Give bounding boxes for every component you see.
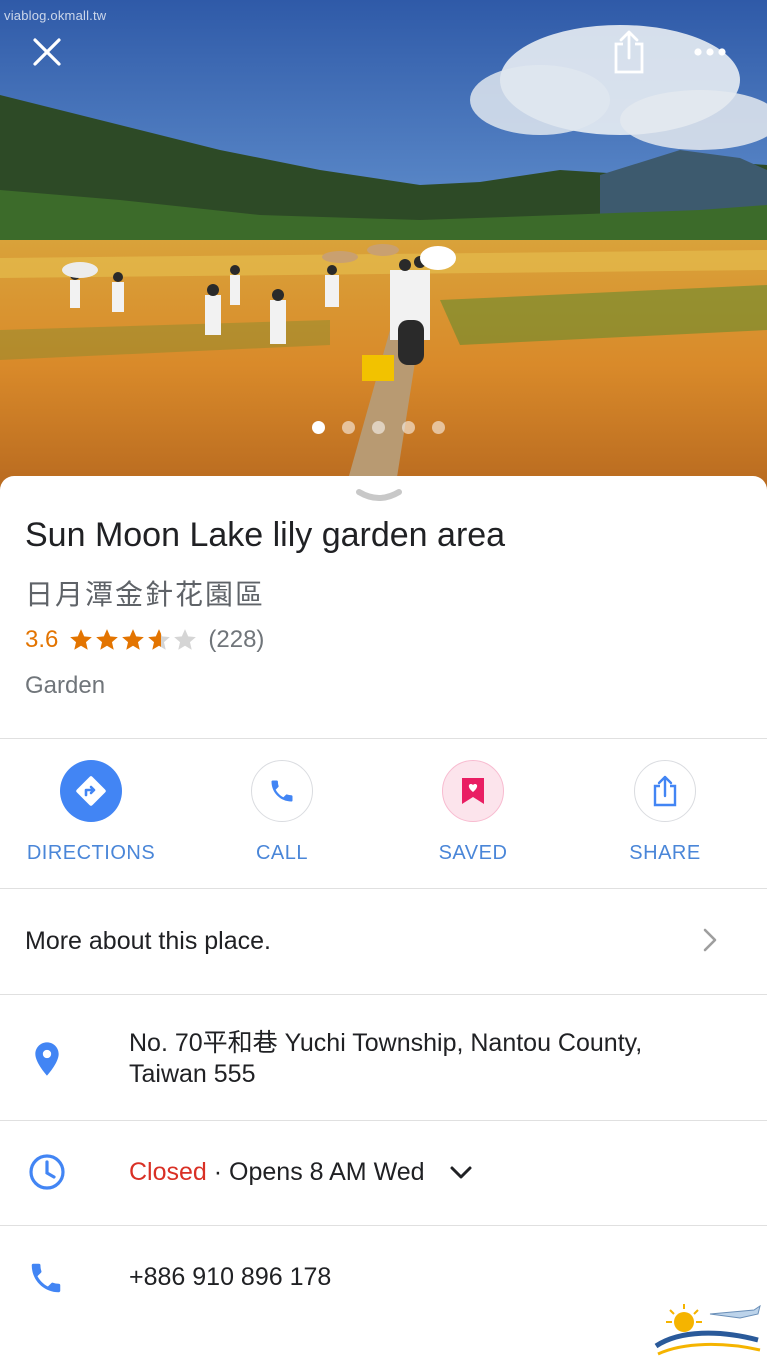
page-dot[interactable] [312, 421, 325, 434]
review-count: (228) [208, 626, 265, 653]
star-icon [148, 629, 171, 650]
place-sheet: Sun Moon Lake lily garden area 日月潭金針花園區 … [0, 476, 767, 1365]
saved-label: SAVED [438, 842, 508, 864]
more-about-label: More about this place. [25, 927, 271, 955]
share-label: SHARE [629, 842, 701, 864]
star-icon [96, 629, 119, 650]
directions-button[interactable]: DIRECTIONS [16, 760, 166, 865]
hours-row[interactable]: Closed · Opens 8 AM Wed [0, 1121, 767, 1225]
place-native-name: 日月潭金針花園區 [25, 578, 266, 611]
chevron-down-icon[interactable] [449, 1165, 473, 1181]
call-circle [251, 760, 313, 822]
share-icon [653, 775, 677, 807]
page-dot[interactable] [402, 421, 415, 434]
more-options-button[interactable] [686, 28, 734, 76]
clock-icon [29, 1154, 65, 1190]
star-icon [174, 629, 197, 650]
close-icon [33, 38, 61, 66]
saved-button[interactable]: SAVED [398, 760, 548, 865]
close-button[interactable] [23, 28, 71, 76]
star-icon [122, 629, 145, 650]
hours-detail: · Opens 8 AM Wed [206, 1158, 425, 1186]
share-photo-button[interactable] [605, 28, 653, 76]
address-row[interactable]: No. 70平和巷 Yuchi Township, Nantou County,… [0, 995, 767, 1120]
share-button[interactable]: SHARE [590, 760, 740, 865]
phone-icon [31, 1263, 61, 1293]
address-line-2: Taiwan 555 [129, 1060, 256, 1088]
watermark-logo [654, 1304, 761, 1356]
share-icon [614, 30, 644, 74]
place-category: Garden [25, 672, 106, 699]
chevron-right-icon [703, 928, 717, 952]
directions-icon [76, 776, 106, 806]
call-button[interactable]: CALL [207, 760, 357, 865]
more-horizontal-icon [694, 48, 726, 56]
bookmark-icon [462, 778, 484, 804]
page-dot[interactable] [342, 421, 355, 434]
divider [0, 738, 767, 739]
photo-page-indicator [312, 421, 445, 434]
rating-stars [68, 627, 198, 653]
more-about-row[interactable]: More about this place. [0, 889, 767, 995]
directions-label: DIRECTIONS [26, 842, 156, 864]
address-text: No. 70平和巷 Yuchi Township, Nantou County,… [129, 1028, 642, 1090]
phone-number: +886 910 896 178 [129, 1263, 332, 1291]
star-icon [70, 629, 93, 650]
call-label: CALL [255, 842, 309, 864]
page-dot[interactable] [432, 421, 445, 434]
photo-watermark: viablog.okmall.tw [4, 8, 107, 23]
location-pin-icon [35, 1042, 59, 1076]
place-photo[interactable]: viablog.okmall.tw [0, 0, 767, 490]
phone-icon [271, 780, 293, 802]
share-circle [634, 760, 696, 822]
rating-value: 3.6 [25, 626, 59, 653]
address-line-1: No. 70平和巷 Yuchi Township, Nantou County, [129, 1029, 643, 1057]
rating-summary[interactable]: 3.6 (228) [25, 624, 264, 656]
saved-circle [442, 760, 504, 822]
page-dot[interactable] [372, 421, 385, 434]
place-title: Sun Moon Lake lily garden area [25, 516, 506, 554]
sheet-handle-icon[interactable] [355, 488, 403, 504]
hours-text: Closed · Opens 8 AM Wed [129, 1157, 473, 1188]
directions-circle [60, 760, 122, 822]
hours-status: Closed [129, 1158, 207, 1186]
